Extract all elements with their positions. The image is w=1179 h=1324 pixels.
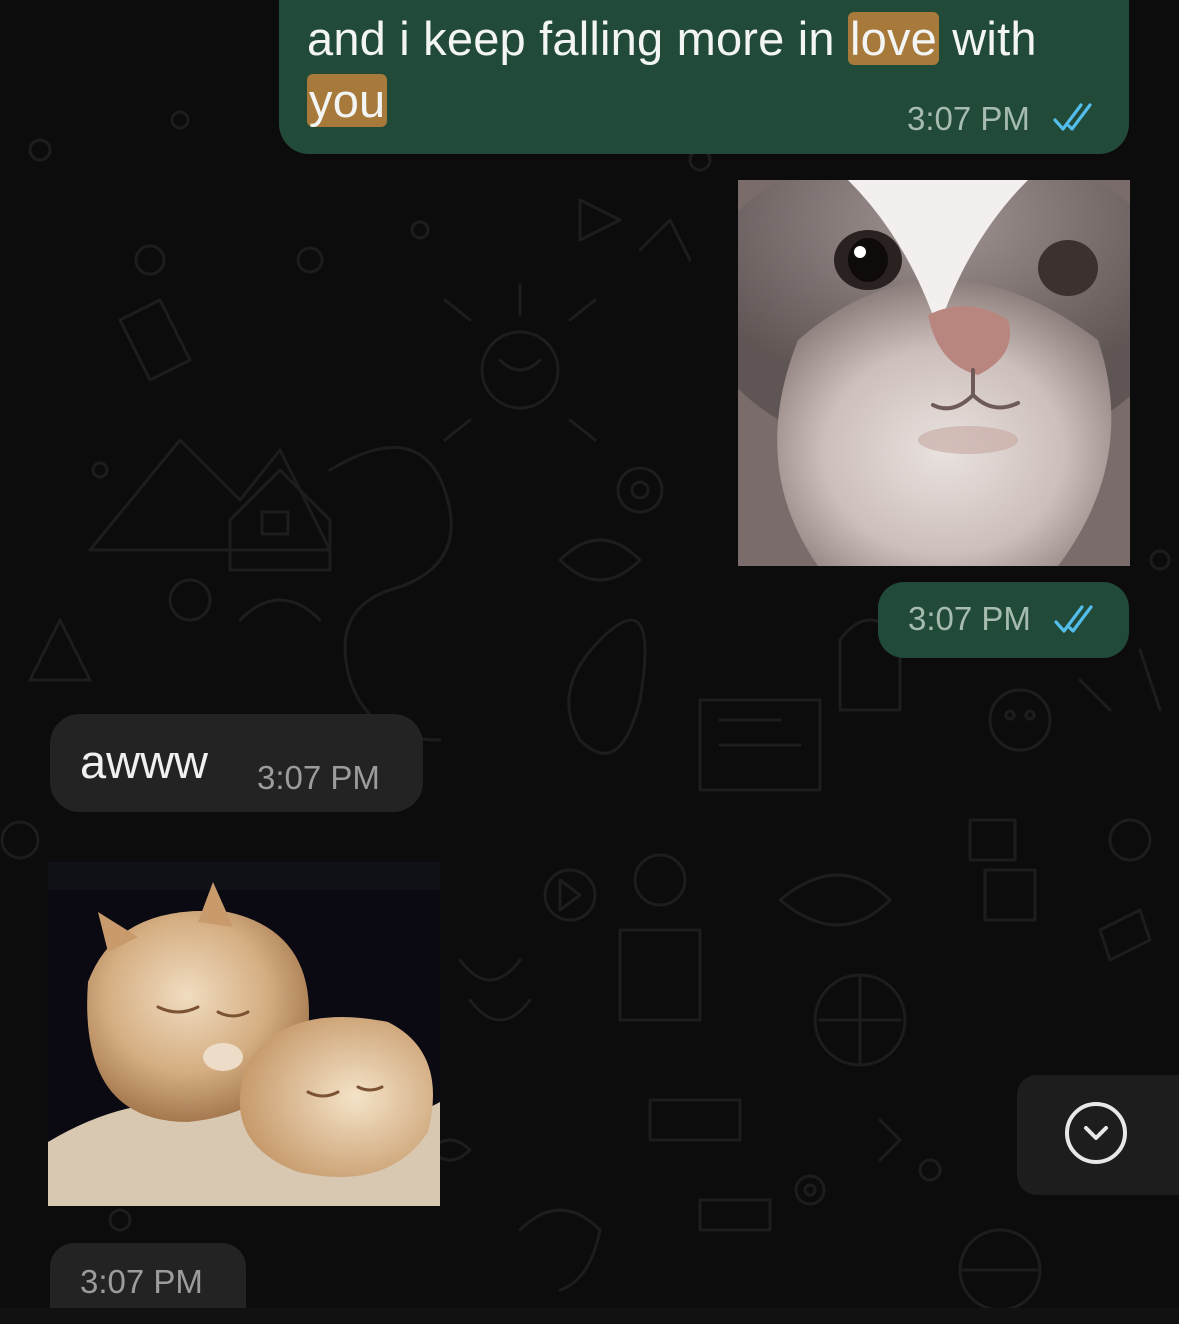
kittens-photo-image (48, 862, 440, 1206)
message-time: 3:07 PM (80, 1263, 203, 1300)
message-time: 3:07 PM (907, 100, 1030, 137)
message-time: 3:07 PM (908, 600, 1031, 637)
outgoing-photo[interactable] (738, 180, 1130, 566)
search-highlight: you (307, 74, 388, 127)
chevron-down-circle-icon (1065, 1102, 1127, 1164)
outgoing-message-bubble[interactable]: and i keep falling more in love with you… (279, 0, 1129, 154)
message-text: awww (80, 735, 208, 788)
search-highlight: love (848, 12, 940, 65)
double-check-icon (1054, 605, 1093, 633)
scroll-to-bottom-button[interactable] (1017, 1075, 1179, 1195)
incoming-message-bubble[interactable]: awww 3:07 PM (50, 714, 423, 812)
incoming-photo[interactable] (48, 862, 440, 1206)
outgoing-photo-timestamp: 3:07 PM (878, 582, 1129, 658)
composer-bar-edge (0, 1308, 1179, 1324)
incoming-photo-timestamp: 3:07 PM (50, 1243, 246, 1313)
chat-view: and i keep falling more in love with you… (0, 0, 1179, 1324)
message-time: 3:07 PM (257, 759, 380, 796)
cat-photo-image (738, 180, 1130, 566)
double-check-icon (1053, 103, 1092, 131)
